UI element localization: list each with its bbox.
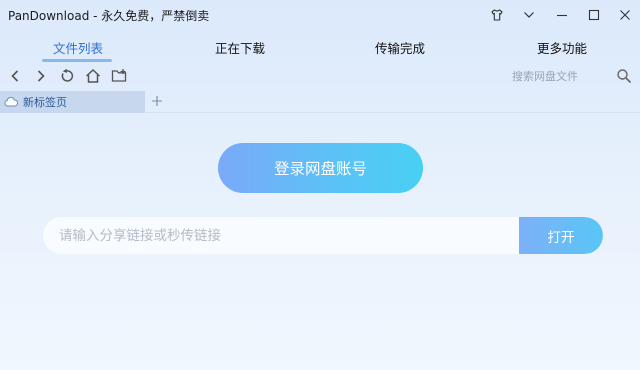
chevron-down-icon [524,12,534,18]
share-link-row: 打开 [43,217,603,254]
active-tab-indicator [42,59,112,62]
plus-icon [152,96,162,106]
close-icon [620,10,630,20]
search-icon [617,69,632,84]
tab-more-features[interactable]: 更多功能 [537,38,587,57]
tab-file-list[interactable]: 文件列表 [53,38,103,57]
new-folder-button[interactable] [109,66,129,86]
title-bar: PanDownload - 永久免费，严禁倒卖 [0,0,640,30]
skin-button[interactable] [486,4,508,26]
minimize-button[interactable] [551,4,573,26]
maximize-button[interactable] [583,4,605,26]
minimize-icon [557,14,567,17]
back-button[interactable] [5,66,25,86]
share-link-input[interactable] [43,217,519,254]
refresh-button[interactable] [57,66,77,86]
tab-downloading[interactable]: 正在下载 [215,38,265,57]
window-title: PanDownload - 永久免费，严禁倒卖 [8,9,210,23]
search-input[interactable] [512,66,612,86]
maximize-icon [588,9,600,21]
cloud-icon [4,96,18,107]
home-button[interactable] [83,66,103,86]
menu-dropdown-button[interactable] [518,4,540,26]
back-icon [11,70,19,82]
close-button[interactable] [614,4,636,26]
browser-tab-new[interactable]: 新标签页 [0,91,145,113]
tab-transfer-complete[interactable]: 传输完成 [375,38,425,57]
home-icon [85,68,101,83]
add-tab-button[interactable] [149,92,165,110]
login-account-button[interactable]: 登录网盘账号 [218,143,423,193]
search-button[interactable] [614,66,634,86]
main-tab-bar: 文件列表 正在下载 传输完成 更多功能 [0,30,640,62]
refresh-icon [61,68,74,82]
browser-tab-label: 新标签页 [23,96,67,109]
forward-icon [37,70,45,82]
new-folder-icon [111,69,126,82]
shirt-icon [491,9,503,21]
open-button[interactable]: 打开 [519,217,603,254]
forward-button[interactable] [31,66,51,86]
